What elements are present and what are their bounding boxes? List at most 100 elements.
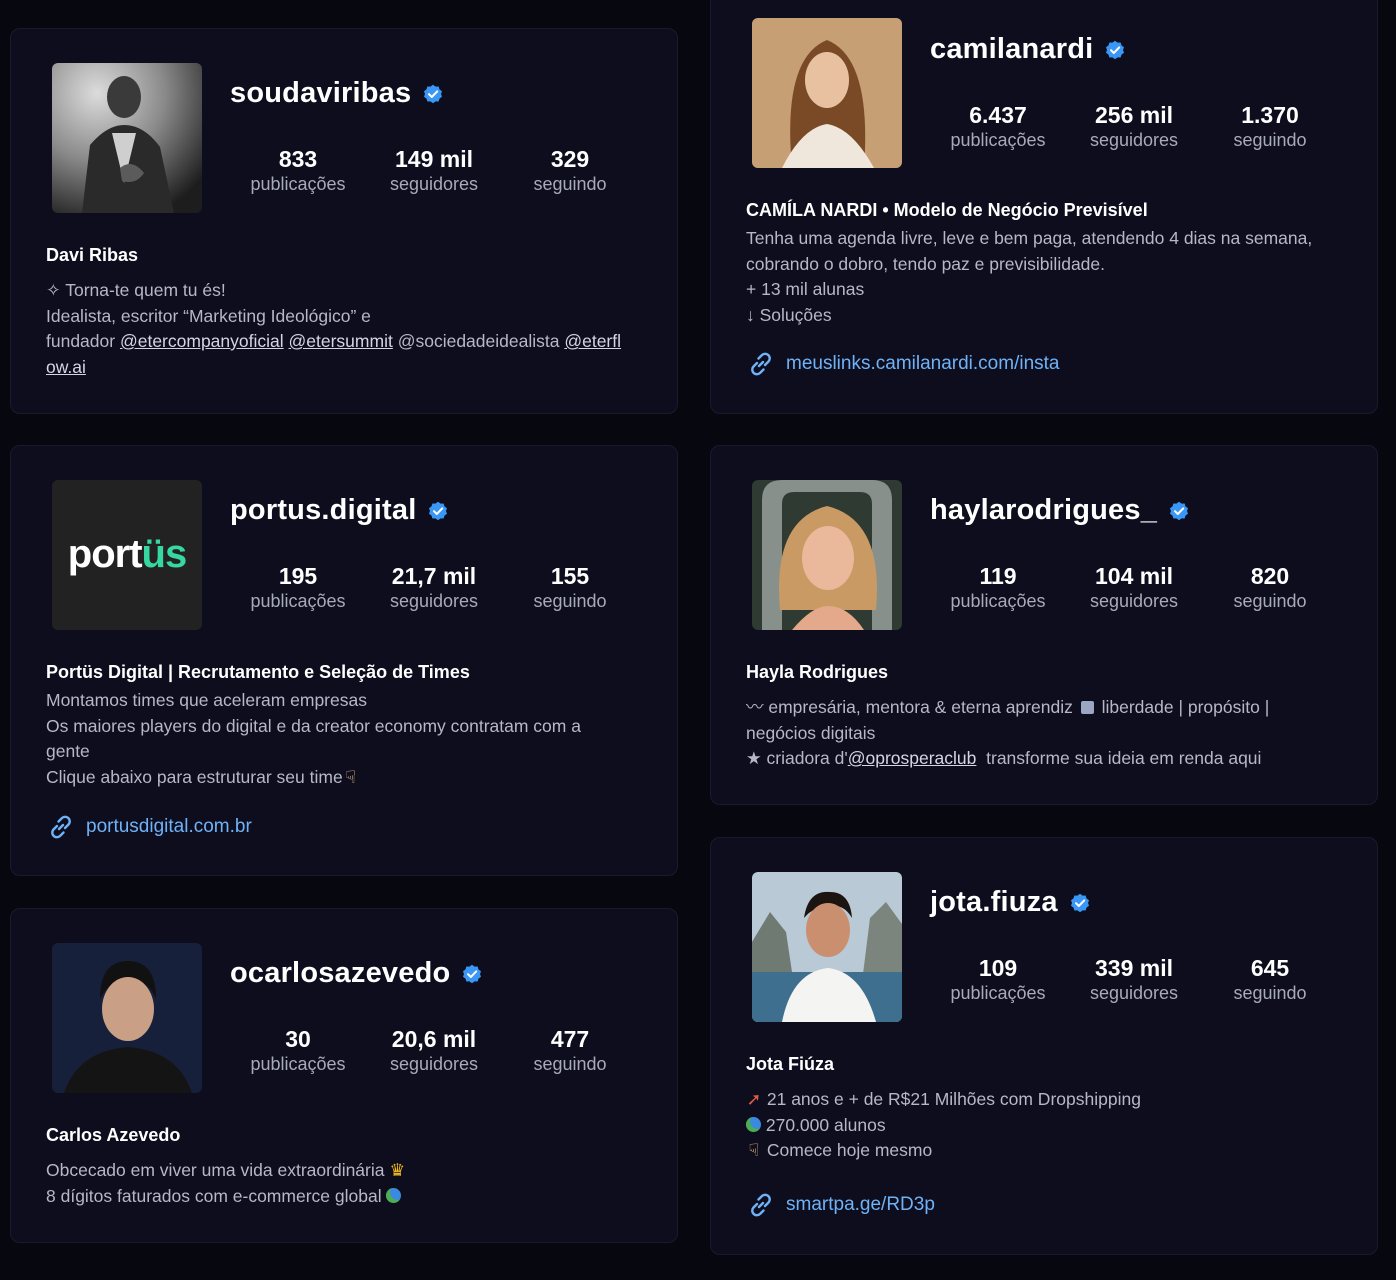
bio-line: 270.000 alunos (746, 1113, 1346, 1139)
bio-line: fundador @etercompanyoficial @etersummit… (46, 331, 622, 351)
followers-label: seguidores (389, 591, 479, 611)
link-chain-icon (51, 815, 71, 839)
following-label: seguindo (533, 591, 607, 611)
profile-username[interactable]: soudaviribas (230, 77, 443, 110)
avatar[interactable] (752, 480, 902, 630)
following-label: seguindo (1233, 130, 1307, 150)
profile-bio: Montamos times que aceleram empresas Os … (46, 688, 646, 790)
stat-following[interactable]: 1.370 seguindo (1202, 101, 1338, 151)
stat-posts[interactable]: 119 publicações (930, 562, 1066, 612)
bio-line: negócios digitais (746, 722, 876, 743)
posts-label: publicações (950, 591, 1046, 611)
stat-following[interactable]: 477 seguindo (502, 1025, 638, 1075)
followers-label: seguidores (389, 1054, 479, 1074)
stat-followers[interactable]: 339 mil seguidores (1066, 954, 1202, 1004)
profile-stats: 109 publicações 339 mil seguidores 645 segu… (930, 954, 1340, 1010)
pointing-down-icon: ☟ (345, 766, 357, 787)
mention-link[interactable]: @etersummit (289, 331, 393, 351)
followers-label: seguidores (1089, 591, 1179, 611)
bio-line: cobrando o dobro, tendo paz e previsibil… (746, 253, 1105, 274)
avatar[interactable] (52, 943, 202, 1093)
mention-link[interactable]: @eterfl (564, 331, 621, 351)
following-count: 645 (1250, 955, 1290, 981)
avatar[interactable] (752, 872, 902, 1022)
verified-badge-icon (429, 501, 448, 520)
bio-line: gente (46, 741, 90, 761)
verified-badge-icon (463, 964, 482, 983)
bio-line: Obcecado em viver uma vida extraordinári… (46, 1158, 646, 1184)
profile-bio: 〰 empresária, mentora & eterna aprendiz … (746, 695, 1346, 772)
square-icon (1080, 701, 1094, 714)
verified-badge-icon (424, 84, 443, 103)
posts-count: 109 (978, 955, 1018, 981)
bio-line: + 13 mil alunas (746, 279, 865, 299)
profile-link[interactable]: meuslinks.camilanardi.com/insta (746, 349, 1060, 379)
avatar[interactable] (52, 63, 202, 213)
following-count: 155 (550, 563, 590, 589)
profile-stats: 6.437 publicações 256 mil seguidores 1.370… (930, 101, 1340, 157)
followers-count: 149 mil (395, 146, 473, 172)
following-count: 477 (550, 1026, 590, 1052)
mention-link[interactable]: @etercompanyoficial (120, 331, 284, 351)
bio-line: ★ criadora d'@oprosperaclub transforme s… (746, 748, 1262, 768)
profile-username[interactable]: portus.digital (230, 494, 448, 527)
profile-username[interactable]: ocarlosazevedo (230, 957, 482, 990)
following-label: seguindo (533, 174, 607, 194)
stat-followers[interactable]: 20,6 mil seguidores (366, 1025, 502, 1075)
stat-posts[interactable]: 109 publicações (930, 954, 1066, 1004)
globe-icon (386, 1187, 402, 1203)
rocket-icon: ➚ (746, 1089, 762, 1109)
mention-link[interactable]: ow.ai (46, 357, 86, 377)
stat-posts[interactable]: 833 publicações (230, 145, 366, 195)
globe-icon (746, 1116, 761, 1132)
stat-followers[interactable]: 104 mil seguidores (1066, 562, 1202, 612)
profile-link[interactable]: smartpa.ge/RD3p (746, 1190, 935, 1220)
stat-posts[interactable]: 195 publicações (230, 562, 366, 612)
profile-card-portus-digital: portüs portus.digital 195 publicações 21,… (10, 445, 678, 876)
profile-link[interactable]: portusdigital.com.br (46, 812, 252, 842)
stat-followers[interactable]: 21,7 mil seguidores (366, 562, 502, 612)
profile-stats: 119 publicações 104 mil seguidores 820 segu… (930, 562, 1340, 618)
bio-line: Os maiores players do digital e da creat… (46, 715, 581, 736)
stat-followers[interactable]: 256 mil seguidores (1066, 101, 1202, 151)
mention-link[interactable]: @oprosperaclub (848, 748, 977, 768)
followers-label: seguidores (1089, 130, 1179, 150)
following-count: 1.370 (1241, 102, 1299, 128)
bio-line: Tenha uma agenda livre, leve e bem paga,… (746, 228, 1313, 248)
link-chain-icon (751, 1193, 771, 1217)
posts-label: publicações (250, 1054, 346, 1074)
profile-full-name: Jota Fiúza (746, 1054, 835, 1074)
profile-stats: 195 publicações 21,7 mil seguidores 155 seg… (230, 562, 640, 618)
trophy-icon: ♛ (389, 1160, 406, 1180)
stat-posts[interactable]: 6.437 publicações (930, 101, 1066, 151)
profile-bio: ✧ Torna-te quem tu és! Idealista, escrit… (46, 278, 646, 380)
following-count: 329 (550, 146, 590, 172)
stat-posts[interactable]: 30 publicações (230, 1025, 366, 1075)
posts-label: publicações (250, 174, 346, 194)
posts-label: publicações (250, 591, 346, 611)
profile-full-name: Carlos Azevedo (46, 1125, 181, 1145)
stat-followers[interactable]: 149 mil seguidores (366, 145, 502, 195)
profile-card-jota-fiuza: jota.fiuza 109 publicações 339 mil seguido… (710, 837, 1378, 1255)
profile-username[interactable]: jota.fiuza (930, 886, 1090, 919)
following-label: seguindo (1233, 983, 1307, 1003)
profile-username[interactable]: haylarodrigues_ (930, 494, 1189, 527)
stat-following[interactable]: 820 seguindo (1202, 562, 1338, 612)
pointing-down-icon: ☟ (748, 1140, 760, 1160)
bio-line: Montamos times que aceleram empresas (46, 690, 367, 710)
bio-line: ➚ 21 anos e + de R$21 Milhões com Dropsh… (746, 1087, 1346, 1113)
stat-following[interactable]: 329 seguindo (502, 145, 638, 195)
avatar[interactable]: portüs (52, 480, 202, 630)
stat-following[interactable]: 155 seguindo (502, 562, 638, 612)
profile-card-haylarodrigues: haylarodrigues_ 119 publicações 104 mil se… (710, 445, 1378, 805)
avatar[interactable] (752, 18, 902, 168)
verified-badge-icon (1106, 40, 1125, 59)
profile-card-soudaviribas: soudaviribas 833 publicações 149 mil segui… (10, 28, 678, 414)
profile-bio: Tenha uma agenda livre, leve e bem paga,… (746, 226, 1346, 328)
profile-bio: ➚ 21 anos e + de R$21 Milhões com Dropsh… (746, 1087, 1346, 1164)
followers-count: 21,7 mil (391, 563, 477, 589)
stat-following[interactable]: 645 seguindo (1202, 954, 1338, 1004)
profile-bio: Obcecado em viver uma vida extraordinári… (46, 1158, 646, 1209)
following-label: seguindo (533, 1054, 607, 1074)
profile-username[interactable]: camilanardi (930, 33, 1125, 66)
